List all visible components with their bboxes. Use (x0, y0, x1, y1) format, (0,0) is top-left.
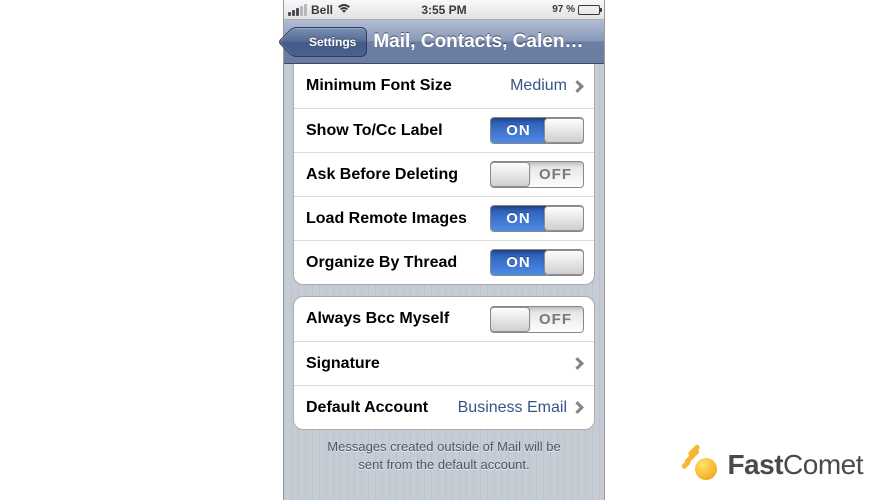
wifi-icon (337, 3, 351, 17)
row-label: Always Bcc Myself (306, 310, 490, 328)
toggle-knob (544, 118, 584, 143)
row-value: Business Email (458, 399, 567, 417)
toggle-on-label: ON (491, 118, 546, 143)
toggle-always-bcc-myself[interactable]: ON OFF (490, 306, 584, 333)
row-organize-by-thread[interactable]: Organize By Thread ON OFF (294, 240, 594, 284)
carrier-label: Bell (311, 3, 333, 17)
row-load-remote-images[interactable]: Load Remote Images ON OFF (294, 196, 594, 240)
battery-percent: 97 % (552, 4, 575, 15)
row-label: Signature (306, 355, 573, 373)
footer-line-1: Messages created outside of Mail will be (293, 438, 595, 456)
toggle-ask-before-deleting[interactable]: ON OFF (490, 161, 584, 188)
toggle-organize-by-thread[interactable]: ON OFF (490, 249, 584, 276)
settings-group-1: Minimum Font Size Medium Show To/Cc Labe… (293, 64, 595, 285)
nav-bar: Settings Mail, Contacts, Calen… (284, 20, 604, 64)
comet-icon (685, 448, 719, 482)
row-default-account[interactable]: Default Account Business Email (294, 385, 594, 429)
brand-text: FastComet (727, 449, 863, 481)
row-show-to-cc-label[interactable]: Show To/Cc Label ON OFF (294, 108, 594, 152)
signal-strength-icon (288, 4, 307, 16)
toggle-knob (544, 250, 584, 275)
back-button-label: Settings (309, 35, 356, 49)
settings-content[interactable]: Minimum Font Size Medium Show To/Cc Labe… (284, 64, 604, 500)
status-right: 97 % (552, 4, 600, 15)
chevron-right-icon (571, 80, 584, 93)
toggle-show-to-cc[interactable]: ON OFF (490, 117, 584, 144)
settings-group-2: Always Bcc Myself ON OFF Signature Defau… (293, 296, 595, 430)
footer-line-2: sent from the default account. (293, 456, 595, 474)
toggle-on-label: ON (491, 206, 546, 231)
row-label: Ask Before Deleting (306, 166, 490, 184)
toggle-knob (544, 206, 584, 231)
back-button[interactable]: Settings (290, 27, 367, 57)
row-label: Organize By Thread (306, 254, 490, 272)
row-label: Minimum Font Size (306, 77, 510, 95)
row-label: Show To/Cc Label (306, 122, 490, 140)
status-time: 3:55 PM (421, 3, 466, 17)
toggle-on-label: ON (491, 250, 546, 275)
chevron-right-icon (571, 401, 584, 414)
phone-frame: Bell 3:55 PM 97 % Settings Mail, Contact… (283, 0, 605, 500)
status-bar: Bell 3:55 PM 97 % (284, 0, 604, 20)
row-minimum-font-size[interactable]: Minimum Font Size Medium (294, 64, 594, 108)
toggle-knob (490, 307, 530, 332)
row-ask-before-deleting[interactable]: Ask Before Deleting ON OFF (294, 152, 594, 196)
battery-icon (578, 5, 600, 15)
footer-note: Messages created outside of Mail will be… (293, 438, 595, 473)
row-always-bcc-myself[interactable]: Always Bcc Myself ON OFF (294, 297, 594, 341)
page-title: Mail, Contacts, Calen… (373, 31, 598, 53)
row-label: Load Remote Images (306, 210, 490, 228)
toggle-off-label: OFF (528, 307, 583, 332)
chevron-right-icon (571, 357, 584, 370)
fastcomet-logo: FastComet (685, 448, 863, 482)
toggle-knob (490, 162, 530, 187)
toggle-off-label: OFF (528, 162, 583, 187)
row-signature[interactable]: Signature (294, 341, 594, 385)
row-label: Default Account (306, 399, 458, 417)
row-value: Medium (510, 77, 567, 95)
toggle-load-remote-images[interactable]: ON OFF (490, 205, 584, 232)
